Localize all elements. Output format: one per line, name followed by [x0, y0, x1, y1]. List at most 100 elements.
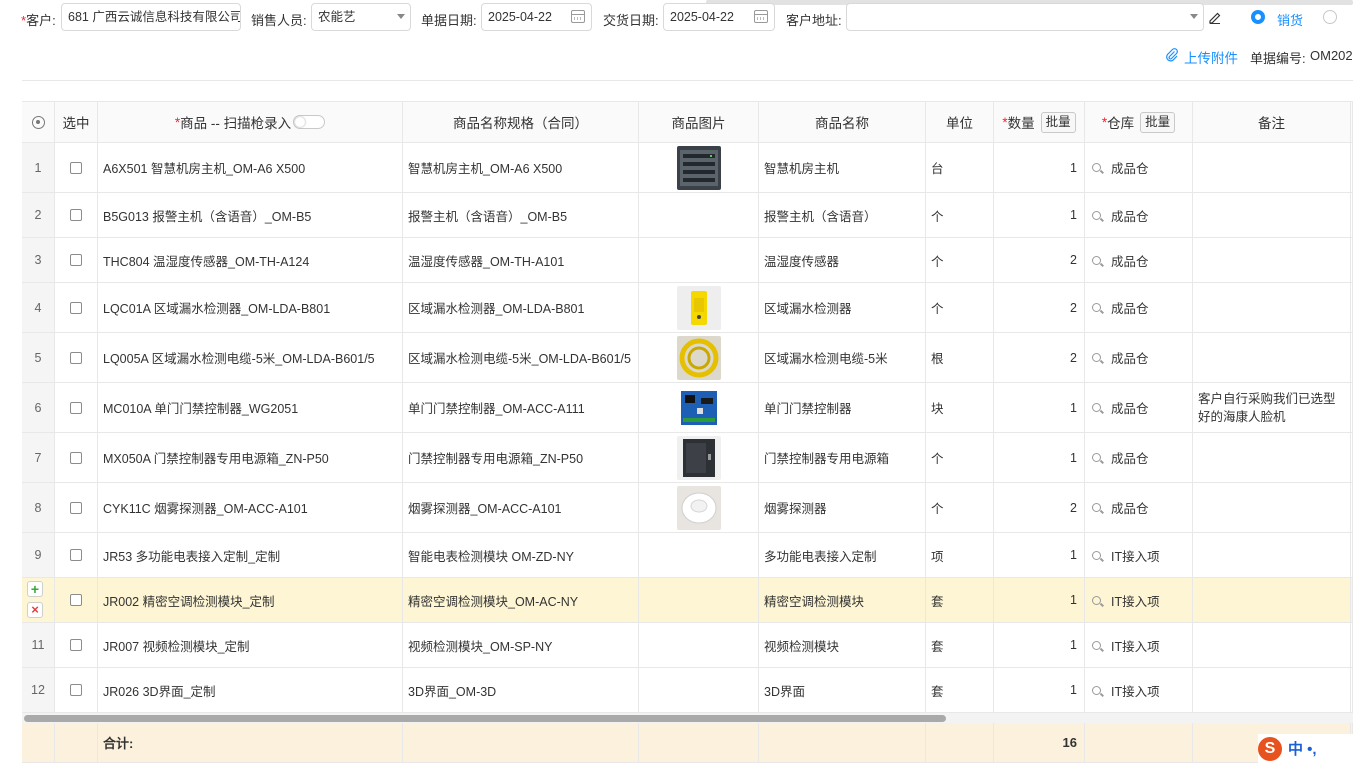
- warehouse-batch-button[interactable]: 批量: [1140, 111, 1176, 133]
- unit-cell[interactable]: 个: [926, 193, 994, 237]
- search-icon[interactable]: [1092, 403, 1101, 412]
- spec-cell[interactable]: 温湿度传感器_OM-TH-A101: [403, 238, 639, 282]
- name-cell[interactable]: 区域漏水检测器: [759, 283, 926, 332]
- row-checkbox[interactable]: [70, 301, 82, 314]
- name-cell[interactable]: 区域漏水检测电缆-5米: [759, 333, 926, 382]
- search-icon[interactable]: [1092, 595, 1101, 605]
- warehouse-cell[interactable]: IT接入项: [1085, 533, 1193, 577]
- qty-cell[interactable]: 2: [994, 483, 1085, 532]
- search-icon[interactable]: [1092, 503, 1101, 512]
- unit-cell[interactable]: 套: [926, 668, 994, 712]
- warehouse-cell[interactable]: 成品仓: [1085, 383, 1193, 432]
- delivery-date-field[interactable]: 2025-04-22: [663, 3, 775, 31]
- image-cell[interactable]: [639, 383, 759, 432]
- paperclip-icon[interactable]: [1165, 48, 1179, 62]
- warehouse-cell[interactable]: 成品仓: [1085, 143, 1193, 192]
- warehouse-cell[interactable]: 成品仓: [1085, 433, 1193, 482]
- product-cell[interactable]: LQ005A 区域漏水检测电缆-5米_OM-LDA-B601/5: [98, 333, 403, 382]
- add-row-icon[interactable]: +: [27, 581, 43, 597]
- row-select-cell[interactable]: [55, 238, 98, 282]
- row-checkbox[interactable]: [70, 684, 82, 696]
- table-row[interactable]: 6 MC010A 单门门禁控制器_WG2051 单门门禁控制器_OM-ACC-A11…: [22, 383, 1353, 433]
- remark-cell[interactable]: [1193, 623, 1351, 667]
- product-cell[interactable]: MX050A 门禁控制器专用电源箱_ZN-P50: [98, 433, 403, 482]
- scan-toggle[interactable]: [293, 115, 326, 129]
- row-checkbox[interactable]: [70, 639, 82, 651]
- product-cell[interactable]: LQC01A 区域漏水检测器_OM-LDA-B801: [98, 283, 403, 332]
- warehouse-cell[interactable]: IT接入项: [1085, 578, 1193, 622]
- unit-cell[interactable]: 个: [926, 483, 994, 532]
- qty-cell[interactable]: 1: [994, 668, 1085, 712]
- name-cell[interactable]: 3D界面: [759, 668, 926, 712]
- row-checkbox[interactable]: [70, 161, 82, 174]
- remark-cell[interactable]: [1193, 483, 1351, 532]
- product-cell[interactable]: JR53 多功能电表接入定制_定制: [98, 533, 403, 577]
- product-cell[interactable]: MC010A 单门门禁控制器_WG2051: [98, 383, 403, 432]
- table-row[interactable]: 1 A6X501 智慧机房主机_OM-A6 X500 智慧机房主机_OM-A6 X5…: [22, 143, 1353, 193]
- search-icon[interactable]: [1092, 255, 1101, 265]
- product-image[interactable]: [676, 335, 721, 380]
- warehouse-cell[interactable]: 成品仓: [1085, 483, 1193, 532]
- product-cell[interactable]: A6X501 智慧机房主机_OM-A6 X500: [98, 143, 403, 192]
- spec-cell[interactable]: 烟雾探测器_OM-ACC-A101: [403, 483, 639, 532]
- remark-cell[interactable]: [1193, 533, 1351, 577]
- row-select-cell[interactable]: [55, 383, 98, 432]
- name-cell[interactable]: 温湿度传感器: [759, 238, 926, 282]
- row-checkbox[interactable]: [70, 549, 82, 561]
- table-row[interactable]: 2 B5G013 报警主机（含语音）_OM-B5 报警主机（含语音）_OM-B5 报警…: [22, 193, 1353, 238]
- name-cell[interactable]: 多功能电表接入定制: [759, 533, 926, 577]
- image-cell[interactable]: [639, 193, 759, 237]
- product-image[interactable]: [676, 385, 721, 430]
- spec-cell[interactable]: 3D界面_OM-3D: [403, 668, 639, 712]
- image-cell[interactable]: [639, 333, 759, 382]
- unit-cell[interactable]: 项: [926, 533, 994, 577]
- gear-icon[interactable]: [31, 115, 45, 129]
- table-row[interactable]: 8 CYK11C 烟雾探测器_OM-ACC-A101 烟雾探测器_OM-ACC-A1…: [22, 483, 1353, 533]
- unit-cell[interactable]: 个: [926, 433, 994, 482]
- search-icon[interactable]: [1092, 163, 1101, 172]
- product-image[interactable]: [676, 485, 721, 530]
- row-select-cell[interactable]: [55, 193, 98, 237]
- product-image[interactable]: [676, 435, 721, 480]
- name-cell[interactable]: 烟雾探测器: [759, 483, 926, 532]
- remark-cell[interactable]: [1193, 668, 1351, 712]
- spec-cell[interactable]: 视频检测模块_OM-SP-NY: [403, 623, 639, 667]
- qty-batch-button[interactable]: 批量: [1040, 111, 1076, 133]
- spec-cell[interactable]: 报警主机（含语音）_OM-B5: [403, 193, 639, 237]
- spec-cell[interactable]: 智慧机房主机_OM-A6 X500: [403, 143, 639, 192]
- column-settings[interactable]: [22, 102, 55, 142]
- image-cell[interactable]: [639, 283, 759, 332]
- radio-sales-label[interactable]: 销货: [1277, 10, 1303, 29]
- qty-cell[interactable]: 1: [994, 433, 1085, 482]
- row-select-cell[interactable]: [55, 533, 98, 577]
- search-icon[interactable]: [1092, 640, 1101, 650]
- image-cell[interactable]: [639, 433, 759, 482]
- row-select-cell[interactable]: [55, 143, 98, 192]
- remark-cell[interactable]: 客户自行采购我们已选型好的海康人脸机: [1193, 383, 1351, 432]
- image-cell[interactable]: [639, 578, 759, 622]
- product-cell[interactable]: JR026 3D界面_定制: [98, 668, 403, 712]
- row-select-cell[interactable]: [55, 433, 98, 482]
- remark-cell[interactable]: [1193, 433, 1351, 482]
- product-cell[interactable]: JR002 精密空调检测模块_定制: [98, 578, 403, 622]
- customer-field[interactable]: 681 广西云诚信息科技有限公司: [61, 3, 241, 31]
- table-row[interactable]: 12 JR026 3D界面_定制 3D界面_OM-3D 3D界面套 1 IT接入项: [22, 668, 1353, 713]
- product-image[interactable]: [676, 285, 721, 330]
- search-icon[interactable]: [1092, 353, 1101, 362]
- qty-cell[interactable]: 1: [994, 578, 1085, 622]
- image-cell[interactable]: [639, 143, 759, 192]
- table-row[interactable]: 3 THC804 温湿度传感器_OM-TH-A124 温湿度传感器_OM-TH-A1…: [22, 238, 1353, 283]
- qty-cell[interactable]: 1: [994, 143, 1085, 192]
- remark-cell[interactable]: [1193, 238, 1351, 282]
- unit-cell[interactable]: 套: [926, 623, 994, 667]
- row-select-cell[interactable]: [55, 623, 98, 667]
- row-checkbox[interactable]: [70, 501, 82, 514]
- qty-cell[interactable]: 1: [994, 193, 1085, 237]
- upload-attachment-link[interactable]: 上传附件: [1184, 47, 1238, 67]
- name-cell[interactable]: 门禁控制器专用电源箱: [759, 433, 926, 482]
- table-row[interactable]: 5 LQ005A 区域漏水检测电缆-5米_OM-LDA-B601/5 区域漏水检测电…: [22, 333, 1353, 383]
- table-row[interactable]: 7 MX050A 门禁控制器专用电源箱_ZN-P50 门禁控制器专用电源箱_ZN-P…: [22, 433, 1353, 483]
- spec-cell[interactable]: 精密空调检测模块_OM-AC-NY: [403, 578, 639, 622]
- row-checkbox[interactable]: [70, 209, 82, 221]
- unit-cell[interactable]: 套: [926, 578, 994, 622]
